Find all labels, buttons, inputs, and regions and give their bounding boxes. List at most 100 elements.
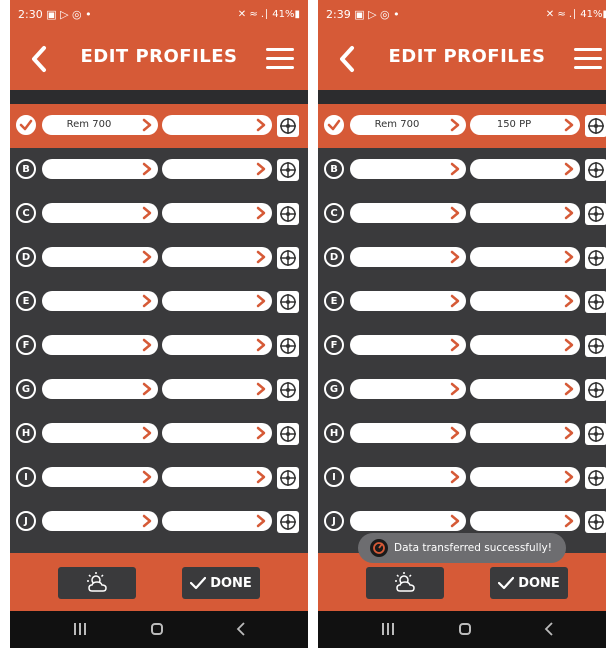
crosshair-target-icon[interactable] bbox=[585, 291, 606, 313]
profile-row[interactable]: H bbox=[10, 412, 308, 456]
ammo-field[interactable] bbox=[470, 335, 580, 355]
profile-slot-badge[interactable]: F bbox=[16, 335, 36, 355]
crosshair-target-icon[interactable] bbox=[585, 379, 606, 401]
weather-button[interactable] bbox=[58, 567, 136, 599]
rifle-field[interactable] bbox=[42, 247, 158, 267]
rifle-field[interactable] bbox=[350, 335, 466, 355]
ammo-field[interactable] bbox=[162, 335, 272, 355]
profile-slot-badge[interactable]: D bbox=[324, 247, 344, 267]
recent-apps-icon[interactable] bbox=[382, 623, 396, 635]
crosshair-target-icon[interactable] bbox=[277, 203, 299, 225]
crosshair-target-icon[interactable] bbox=[585, 423, 606, 445]
profile-row[interactable]: I bbox=[10, 456, 308, 500]
ammo-field[interactable] bbox=[162, 115, 272, 135]
profile-row[interactable]: C bbox=[318, 192, 606, 236]
rifle-field[interactable]: Rem 700 bbox=[350, 115, 466, 135]
rifle-field[interactable] bbox=[42, 467, 158, 487]
selected-check-icon[interactable] bbox=[324, 115, 344, 135]
profile-slot-badge[interactable]: E bbox=[324, 291, 344, 311]
profile-slot-badge[interactable]: G bbox=[16, 379, 36, 399]
crosshair-target-icon[interactable] bbox=[277, 291, 299, 313]
profile-row[interactable]: C bbox=[10, 192, 308, 236]
crosshair-target-icon[interactable] bbox=[277, 159, 299, 181]
ammo-field[interactable] bbox=[162, 467, 272, 487]
profile-row[interactable]: E bbox=[318, 280, 606, 324]
rifle-field[interactable] bbox=[350, 203, 466, 223]
rifle-field[interactable] bbox=[350, 291, 466, 311]
home-icon[interactable] bbox=[459, 623, 471, 635]
ammo-field[interactable] bbox=[470, 159, 580, 179]
rifle-field[interactable] bbox=[42, 159, 158, 179]
crosshair-target-icon[interactable] bbox=[585, 467, 606, 489]
profile-row[interactable]: F bbox=[10, 324, 308, 368]
ammo-field[interactable] bbox=[470, 511, 580, 531]
profile-slot-badge[interactable]: J bbox=[16, 511, 36, 531]
ammo-field[interactable] bbox=[162, 379, 272, 399]
done-button[interactable]: DONE bbox=[182, 567, 260, 599]
rifle-field[interactable] bbox=[42, 335, 158, 355]
rifle-field[interactable] bbox=[42, 511, 158, 531]
profile-slot-badge[interactable]: H bbox=[324, 423, 344, 443]
ammo-field[interactable] bbox=[470, 247, 580, 267]
ammo-field[interactable] bbox=[470, 291, 580, 311]
done-button[interactable]: DONE bbox=[490, 567, 568, 599]
back-icon[interactable] bbox=[236, 621, 246, 637]
ammo-field[interactable] bbox=[162, 203, 272, 223]
profile-row[interactable]: B bbox=[318, 148, 606, 192]
hamburger-menu-icon[interactable] bbox=[266, 48, 294, 70]
crosshair-target-icon[interactable] bbox=[277, 335, 299, 357]
profile-row[interactable]: E bbox=[10, 280, 308, 324]
crosshair-target-icon[interactable] bbox=[277, 511, 299, 533]
rifle-field[interactable] bbox=[42, 423, 158, 443]
crosshair-target-icon[interactable] bbox=[585, 511, 606, 533]
profile-slot-badge[interactable]: J bbox=[324, 511, 344, 531]
weather-button[interactable] bbox=[366, 567, 444, 599]
ammo-field[interactable] bbox=[162, 291, 272, 311]
selected-check-icon[interactable] bbox=[16, 115, 36, 135]
ammo-field[interactable] bbox=[162, 159, 272, 179]
rifle-field[interactable] bbox=[350, 379, 466, 399]
ammo-field[interactable] bbox=[470, 379, 580, 399]
back-icon[interactable] bbox=[544, 621, 554, 637]
profile-slot-badge[interactable]: C bbox=[16, 203, 36, 223]
recent-apps-icon[interactable] bbox=[74, 623, 88, 635]
ammo-field[interactable] bbox=[162, 247, 272, 267]
ammo-field[interactable]: 150 PP bbox=[470, 115, 580, 135]
crosshair-target-icon[interactable] bbox=[585, 115, 606, 137]
profile-row[interactable]: J bbox=[10, 500, 308, 544]
rifle-field[interactable] bbox=[350, 467, 466, 487]
ammo-field[interactable] bbox=[470, 467, 580, 487]
ammo-field[interactable] bbox=[162, 511, 272, 531]
rifle-field[interactable] bbox=[350, 159, 466, 179]
profile-slot-badge[interactable]: H bbox=[16, 423, 36, 443]
rifle-field[interactable] bbox=[42, 291, 158, 311]
rifle-field[interactable] bbox=[350, 247, 466, 267]
hamburger-menu-icon[interactable] bbox=[574, 48, 602, 70]
crosshair-target-icon[interactable] bbox=[277, 423, 299, 445]
crosshair-target-icon[interactable] bbox=[585, 247, 606, 269]
rifle-field[interactable] bbox=[350, 423, 466, 443]
crosshair-target-icon[interactable] bbox=[585, 203, 606, 225]
crosshair-target-icon[interactable] bbox=[277, 379, 299, 401]
crosshair-target-icon[interactable] bbox=[585, 335, 606, 357]
profile-row[interactable]: H bbox=[318, 412, 606, 456]
profile-slot-badge[interactable]: G bbox=[324, 379, 344, 399]
profile-row[interactable]: B bbox=[10, 148, 308, 192]
profile-row[interactable]: D bbox=[10, 236, 308, 280]
crosshair-target-icon[interactable] bbox=[585, 159, 606, 181]
rifle-field[interactable] bbox=[42, 379, 158, 399]
profile-row[interactable]: Rem 700 bbox=[10, 104, 308, 148]
profile-slot-badge[interactable]: B bbox=[324, 159, 344, 179]
crosshair-target-icon[interactable] bbox=[277, 115, 299, 137]
rifle-field[interactable]: Rem 700 bbox=[42, 115, 158, 135]
profile-row[interactable]: I bbox=[318, 456, 606, 500]
profile-slot-badge[interactable]: I bbox=[16, 467, 36, 487]
profile-row[interactable]: F bbox=[318, 324, 606, 368]
ammo-field[interactable] bbox=[470, 203, 580, 223]
profile-slot-badge[interactable]: C bbox=[324, 203, 344, 223]
home-icon[interactable] bbox=[151, 623, 163, 635]
profile-row[interactable]: G bbox=[318, 368, 606, 412]
rifle-field[interactable] bbox=[350, 511, 466, 531]
profile-slot-badge[interactable]: B bbox=[16, 159, 36, 179]
profile-slot-badge[interactable]: F bbox=[324, 335, 344, 355]
